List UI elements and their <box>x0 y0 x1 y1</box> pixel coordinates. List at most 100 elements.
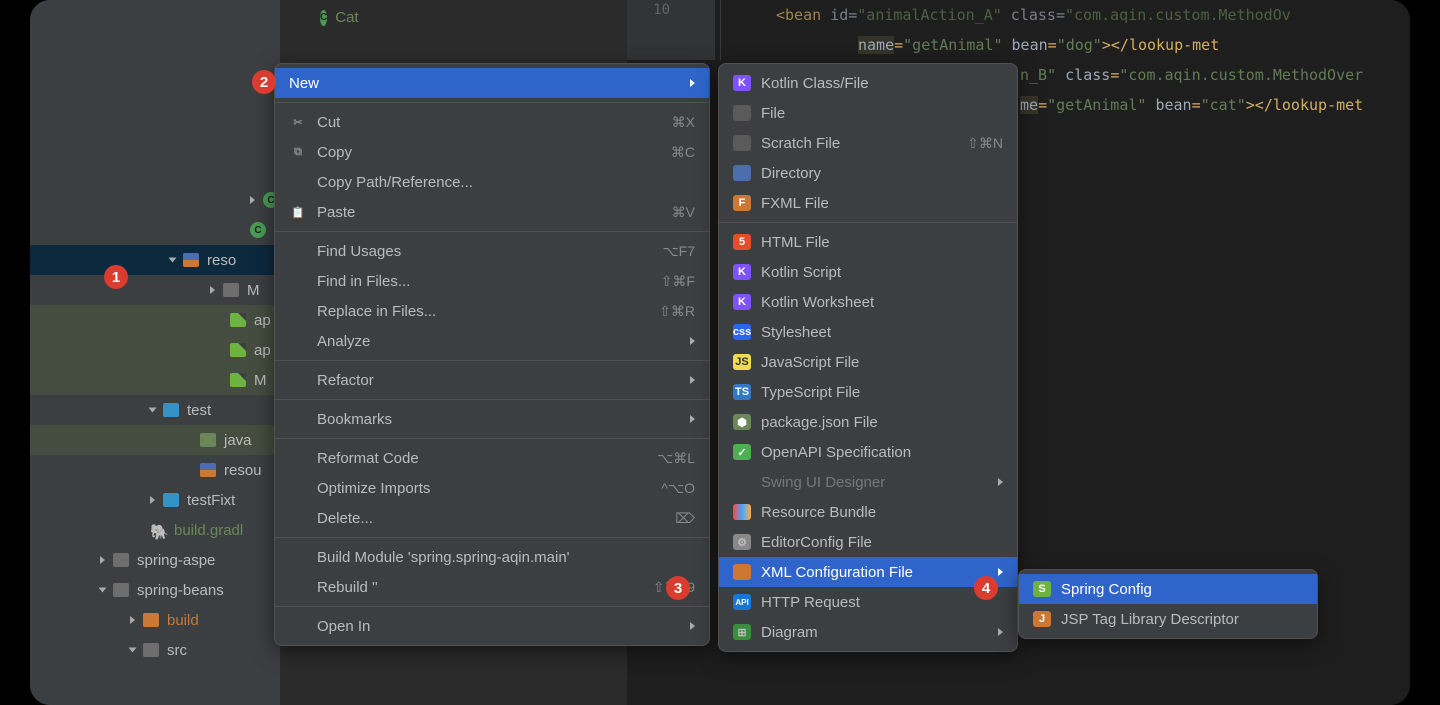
tree-row[interactable]: src <box>30 635 280 665</box>
chevron-icon[interactable] <box>130 616 135 624</box>
tree-row[interactable]: ap <box>30 305 280 335</box>
menu-item[interactable]: Replace in Files...⇧⌘R <box>275 296 709 326</box>
filetype-icon: css <box>733 324 751 340</box>
tree-row[interactable]: spring-aspe <box>30 545 280 575</box>
menu-item[interactable]: Analyze <box>275 326 709 356</box>
tree-row[interactable]: M <box>30 275 280 305</box>
spacer <box>289 372 307 388</box>
chevron-right-icon <box>998 478 1003 486</box>
filetype-icon: ⚙ <box>733 534 751 550</box>
project-tool-window[interactable]: CatresoMapapMtestjavaresoutestFixt🐘build… <box>30 0 280 705</box>
separator <box>275 537 709 538</box>
tree-row[interactable] <box>30 185 280 215</box>
tree-row[interactable] <box>30 35 330 65</box>
menu-item[interactable]: New <box>275 68 709 98</box>
menu-item[interactable]: Open In <box>275 611 709 641</box>
chevron-icon[interactable] <box>99 588 107 593</box>
tree-row[interactable]: M <box>30 365 280 395</box>
menu-item[interactable]: Scratch File⇧⌘N <box>719 128 1017 158</box>
menu-item[interactable]: Find Usages⌥F7 <box>275 236 709 266</box>
menu-item[interactable]: ⬢package.json File <box>719 407 1017 437</box>
menu-item[interactable]: Refactor <box>275 365 709 395</box>
menu-item[interactable]: ⚙ EditorConfig File <box>719 527 1017 557</box>
chevron-icon[interactable] <box>169 258 177 263</box>
menu-item[interactable]: Reformat Code⌥⌘L <box>275 443 709 473</box>
menu-item[interactable]: ✓OpenAPI Specification <box>719 437 1017 467</box>
menu-item[interactable]: FFXML File <box>719 188 1017 218</box>
chevron-icon[interactable] <box>250 196 255 204</box>
tree-row[interactable]: build <box>30 605 280 635</box>
tree-row[interactable]: java <box>30 425 280 455</box>
menu-item-label: EditorConfig File <box>761 534 1003 551</box>
menu-item[interactable]: ✂Cut⌘X <box>275 107 709 137</box>
menu-item[interactable]: KKotlin Class/File <box>719 68 1017 98</box>
menu-item-label: Cut <box>317 114 662 131</box>
spacer <box>289 243 307 259</box>
menu-item[interactable]: Find in Files...⇧⌘F <box>275 266 709 296</box>
menu-item[interactable]: Resource Bundle <box>719 497 1017 527</box>
menu-item[interactable]: ⊞Diagram <box>719 617 1017 647</box>
tree-item-label: ap <box>254 342 271 359</box>
menu-item[interactable]: KKotlin Worksheet <box>719 287 1017 317</box>
folder-icon <box>143 643 159 657</box>
tree-row[interactable]: 🐘build.gradl <box>30 515 280 545</box>
module-folder-icon <box>163 403 179 417</box>
menu-item[interactable]: Optimize Imports^⌥O <box>275 473 709 503</box>
separator <box>275 102 709 103</box>
menu-item[interactable]: File <box>719 98 1017 128</box>
chevron-icon[interactable] <box>150 496 155 504</box>
spacer <box>289 174 307 190</box>
filetype-icon: ✓ <box>733 444 751 460</box>
annotation-badge-2: 2 <box>252 70 276 94</box>
menu-item-label: Paste <box>317 204 662 221</box>
spring-file-icon <box>230 343 246 357</box>
chevron-icon[interactable] <box>210 286 215 294</box>
menu-item[interactable]: Bookmarks <box>275 404 709 434</box>
menu-item[interactable]: 📋Paste⌘V <box>275 197 709 227</box>
tree-item-label: testFixt <box>187 492 235 509</box>
menu-item-label: JavaScript File <box>761 354 1003 371</box>
menu-item-label: Spring Config <box>1061 581 1303 598</box>
menu-item[interactable]: Rebuild ''⇧⌘F9 <box>275 572 709 602</box>
tree-row[interactable]: spring-beans <box>30 575 280 605</box>
filetype-icon <box>733 105 751 121</box>
menu-item-label: HTML File <box>761 234 1003 251</box>
chevron-icon[interactable] <box>149 408 157 413</box>
shortcut: ⌘V <box>672 204 695 221</box>
menu-item[interactable]: Build Module 'spring.spring-aqin.main' <box>275 542 709 572</box>
filetype-icon <box>733 135 751 151</box>
tree-row[interactable]: Cat <box>30 0 320 35</box>
chevron-icon[interactable] <box>129 648 137 653</box>
menu-item-label: Copy Path/Reference... <box>317 174 695 191</box>
filetype-icon: K <box>733 264 751 280</box>
tree-row[interactable]: resou <box>30 455 280 485</box>
context-menu[interactable]: New✂Cut⌘X⧉Copy⌘CCopy Path/Reference...📋P… <box>274 63 710 646</box>
tree-row[interactable]: reso <box>30 245 280 275</box>
menu-item[interactable]: XML Configuration File <box>719 557 1017 587</box>
annotation-badge-4: 4 <box>974 576 998 600</box>
tree-row[interactable]: testFixt <box>30 485 280 515</box>
menu-item[interactable]: Directory <box>719 158 1017 188</box>
chevron-right-icon <box>998 628 1003 636</box>
tree-row[interactable] <box>30 215 280 245</box>
chevron-icon[interactable] <box>100 556 105 564</box>
menu-item[interactable]: JSJavaScript File <box>719 347 1017 377</box>
menu-item[interactable]: cssStylesheet <box>719 317 1017 347</box>
menu-item[interactable]: APIHTTP Request <box>719 587 1017 617</box>
menu-item[interactable]: KKotlin Script <box>719 257 1017 287</box>
tree-row[interactable]: test <box>30 395 280 425</box>
menu-item[interactable]: JJSP Tag Library Descriptor <box>1019 604 1317 634</box>
menu-item[interactable]: ⧉Copy⌘C <box>275 137 709 167</box>
filetype-icon: S <box>1033 581 1051 597</box>
shortcut: ⌘C <box>671 144 695 161</box>
shortcut: ⌘X <box>672 114 695 131</box>
menu-item[interactable]: 5HTML File <box>719 227 1017 257</box>
menu-item[interactable]: TSTypeScript File <box>719 377 1017 407</box>
xml-config-submenu[interactable]: S Spring Config JJSP Tag Library Descripto… <box>1018 569 1318 639</box>
tree-item-label: ap <box>254 312 271 329</box>
menu-item[interactable]: Delete...⌦ <box>275 503 709 533</box>
menu-item[interactable]: S Spring Config <box>1019 574 1317 604</box>
new-submenu[interactable]: KKotlin Class/FileFileScratch File⇧⌘NDir… <box>718 63 1018 652</box>
tree-row[interactable]: ap <box>30 335 280 365</box>
menu-item[interactable]: Copy Path/Reference... <box>275 167 709 197</box>
